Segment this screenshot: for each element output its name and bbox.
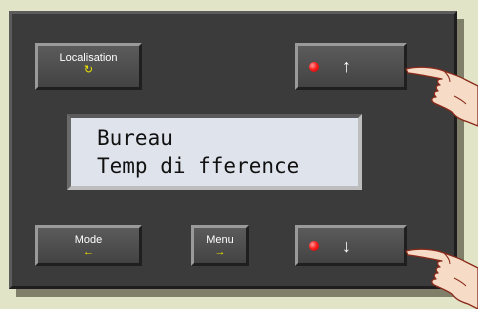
localisation-button[interactable]: Localisation ↻ [35,43,142,90]
mode-button[interactable]: Mode ← [35,225,142,266]
pointing-hand-icon [405,66,478,127]
pointing-hand-icon [405,248,478,309]
arrow-down-icon: ↓ [342,236,351,256]
menu-button[interactable]: Menu → [191,225,249,266]
up-button[interactable]: ↑ [295,43,407,90]
arrow-up-icon: ↑ [342,56,351,76]
arrow-right-icon: → [214,246,226,258]
display-line-1: Bureau [97,126,173,150]
up-led-indicator [309,62,319,72]
display-line-2: Temp di fference [97,154,300,178]
mode-label: Mode [74,234,103,246]
localisation-label: Localisation [59,52,118,64]
refresh-icon: ↻ [83,64,94,76]
menu-label: Menu [206,234,234,246]
lcd-display: Bureau Temp di fference [67,114,362,190]
down-led-indicator [309,241,319,251]
down-button[interactable]: ↓ [295,225,407,266]
arrow-left-icon: ← [83,246,94,258]
